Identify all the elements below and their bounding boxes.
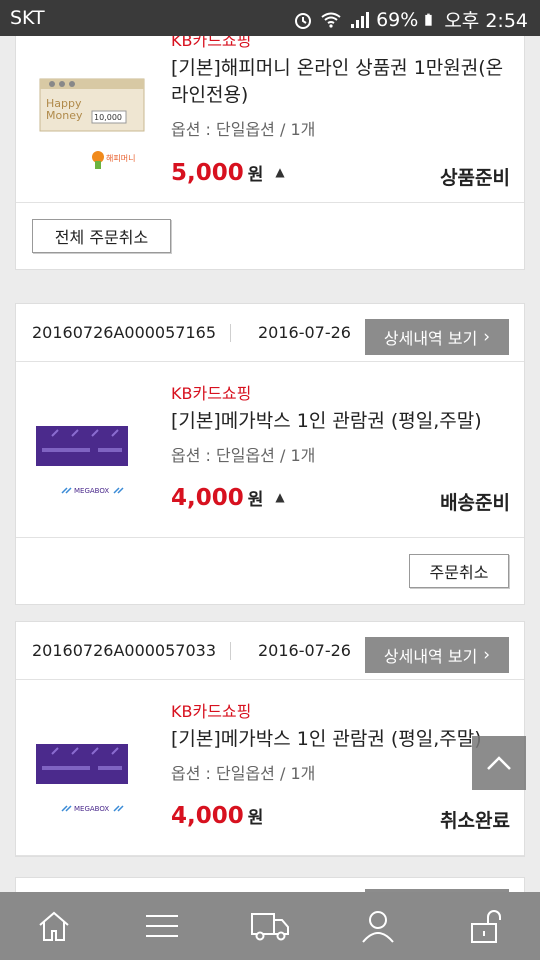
product-name[interactable]: [기본]해피머니 온라인 상품권 1만원권(온라인전용) <box>171 55 511 109</box>
currency-label: 원 <box>247 490 264 510</box>
order-number: 20160726A000057165 <box>32 323 216 342</box>
order-card <box>15 877 525 892</box>
product-name[interactable]: [기본]메가박스 1인 관람권 (평일,주말) <box>171 726 511 753</box>
cancel-all-button[interactable]: 전체 주문취소 <box>32 219 171 253</box>
order-list: Happy Money 10,000 해피머니 KB카드쇼핑 [기본]해피머니 … <box>0 36 540 892</box>
megabox-ticket-image: MEGABOX <box>36 426 128 495</box>
expand-triangle-icon[interactable]: ▲ <box>275 165 284 179</box>
header-divider <box>230 324 231 342</box>
menu-icon <box>146 915 178 937</box>
signal-icon <box>351 11 370 28</box>
order-header: 20160726A000057033 2016-07-26 상세내역 보기 › <box>16 622 524 680</box>
status-icons: 69% 오후 2:54 <box>292 6 528 33</box>
currency-label: 원 <box>247 165 264 185</box>
product-option: 옵션 : 단일옵션 / 1개 <box>171 446 316 465</box>
order-item[interactable]: MEGABOX KB카드쇼핑 [기본]메가박스 1인 관람권 (평일,주말) 옵… <box>16 362 524 538</box>
svg-text:해피머니: 해피머니 <box>106 153 135 163</box>
price-value: 4,000 <box>171 485 244 511</box>
header-divider <box>230 642 231 660</box>
view-details-label: 상세내역 보기 <box>383 329 478 348</box>
product-price: 4,000 원 ▲ <box>171 485 285 511</box>
order-actions: 주문취소 <box>16 538 524 604</box>
home-icon <box>39 911 69 941</box>
price-value: 4,000 <box>171 803 244 829</box>
order-item[interactable]: Happy Money 10,000 해피머니 KB카드쇼핑 [기본]해피머니 … <box>16 36 524 203</box>
chevron-right-icon: › <box>483 327 491 347</box>
product-thumbnail[interactable]: MEGABOX <box>32 392 148 508</box>
bottom-nav <box>0 892 540 960</box>
megabox-ticket-image: MEGABOX <box>36 744 128 813</box>
svg-text:Money: Money <box>46 109 83 122</box>
nav-menu[interactable] <box>122 896 202 956</box>
product-thumbnail[interactable]: Happy Money 10,000 해피머니 <box>32 57 148 173</box>
nav-home[interactable] <box>14 896 94 956</box>
product-option: 옵션 : 단일옵션 / 1개 <box>171 120 316 139</box>
shop-name: KB카드쇼핑 <box>171 36 252 50</box>
nav-delivery[interactable] <box>230 896 310 956</box>
price-value: 5,000 <box>171 160 244 186</box>
order-status: 배송준비 <box>440 492 510 514</box>
order-item[interactable]: MEGABOX KB카드쇼핑 [기본]메가박스 1인 관람권 (평일,주말) 옵… <box>16 680 524 856</box>
order-card: Happy Money 10,000 해피머니 KB카드쇼핑 [기본]해피머니 … <box>15 36 525 270</box>
order-date: 2016-07-26 <box>258 323 351 342</box>
wifi-icon <box>321 12 341 28</box>
battery-percent: 69% <box>376 8 419 31</box>
order-card: 20160726A000057165 2016-07-26 상세내역 보기 › … <box>15 303 525 605</box>
nav-mypage[interactable] <box>338 896 418 956</box>
clock: 오후 2:54 <box>444 10 528 32</box>
svg-text:10,000: 10,000 <box>94 113 122 122</box>
product-price: 5,000 원 ▲ <box>171 160 285 186</box>
chevron-right-icon: › <box>483 645 491 665</box>
order-status: 취소완료 <box>440 810 510 832</box>
product-option: 옵션 : 단일옵션 / 1개 <box>171 764 316 783</box>
shop-name: KB카드쇼핑 <box>171 702 252 721</box>
delivery-truck-icon <box>251 913 289 941</box>
nav-login[interactable] <box>446 896 526 956</box>
user-icon <box>362 911 394 943</box>
chevron-up-icon <box>487 756 511 770</box>
view-details-button[interactable]: 상세내역 보기 › <box>365 637 509 673</box>
order-actions: 전체 주문취소 <box>16 203 524 269</box>
scroll-to-top-button[interactable] <box>472 736 526 790</box>
battery-icon <box>425 13 432 26</box>
order-header: 20160726A000057165 2016-07-26 상세내역 보기 › <box>16 304 524 362</box>
status-bar: SKT 69% 오후 2:54 <box>0 0 540 36</box>
svg-text:MEGABOX: MEGABOX <box>74 487 109 495</box>
currency-label: 원 <box>247 808 264 828</box>
alarm-icon <box>295 12 312 29</box>
product-price: 4,000 원 <box>171 803 263 829</box>
view-details-label: 상세내역 보기 <box>383 647 478 666</box>
unlock-icon <box>471 910 501 943</box>
product-thumbnail[interactable]: MEGABOX <box>32 710 148 826</box>
svg-text:MEGABOX: MEGABOX <box>74 805 109 813</box>
expand-triangle-icon[interactable]: ▲ <box>275 490 284 504</box>
order-number: 20160726A000057033 <box>32 641 216 660</box>
order-card: 20160726A000057033 2016-07-26 상세내역 보기 › … <box>15 621 525 857</box>
happymoney-giftcard-image: Happy Money 10,000 해피머니 <box>39 78 145 169</box>
shop-name: KB카드쇼핑 <box>171 384 252 403</box>
carrier-label: SKT <box>10 7 45 29</box>
order-date: 2016-07-26 <box>258 641 351 660</box>
view-details-button[interactable]: 상세내역 보기 › <box>365 319 509 355</box>
cancel-order-button[interactable]: 주문취소 <box>409 554 509 588</box>
order-status: 상품준비 <box>440 167 510 189</box>
product-name[interactable]: [기본]메가박스 1인 관람권 (평일,주말) <box>171 408 511 435</box>
